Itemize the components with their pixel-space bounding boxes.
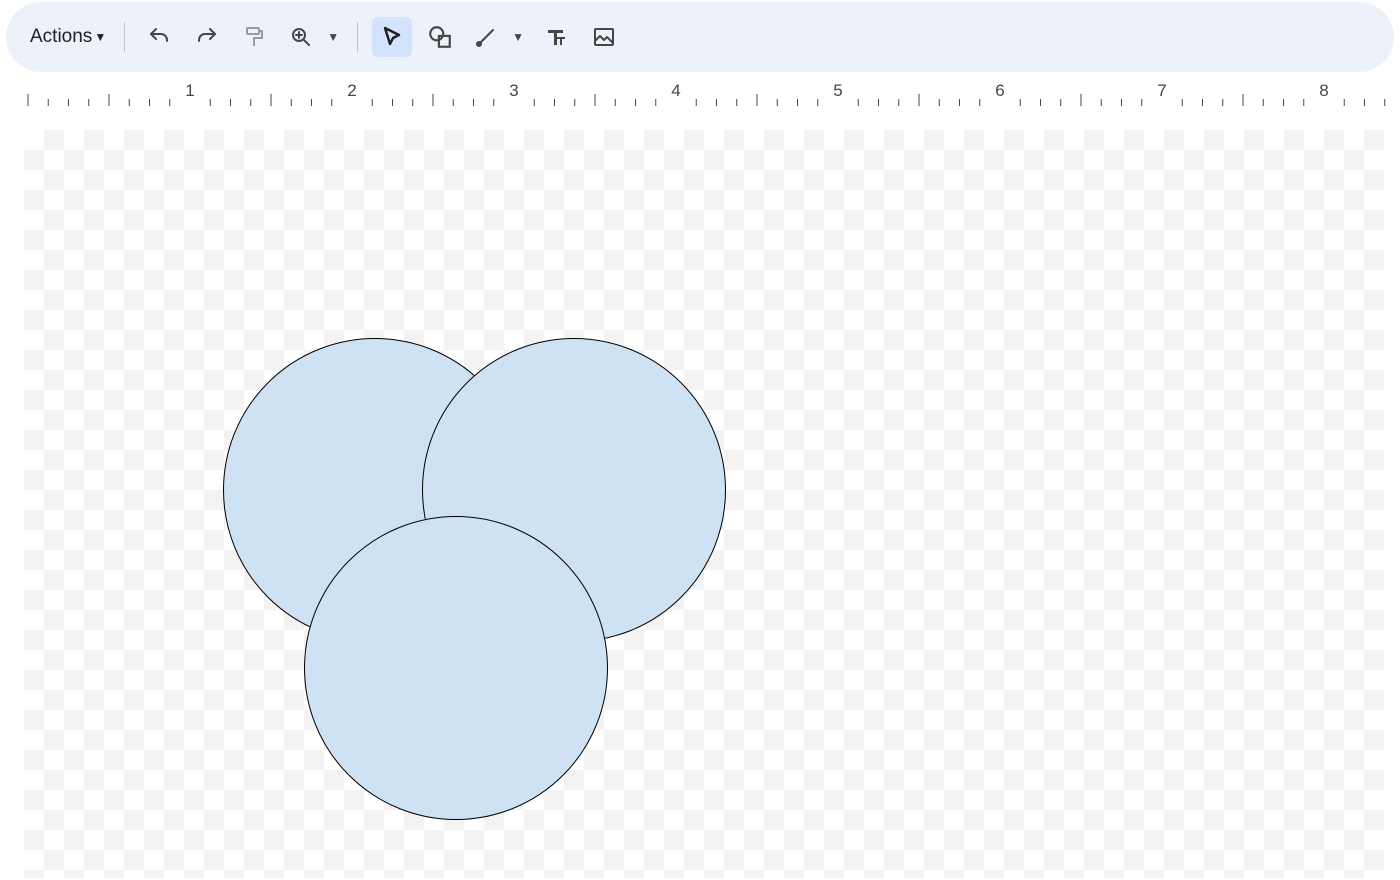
paint-format-icon [243,25,267,49]
separator [124,22,125,52]
svg-text:7: 7 [1157,81,1166,100]
svg-text:3: 3 [509,81,518,100]
svg-text:8: 8 [1319,81,1328,100]
cursor-icon [380,25,404,49]
svg-text:6: 6 [995,81,1004,100]
image-icon [592,25,616,49]
line-tool-button[interactable] [468,17,504,57]
actions-label: Actions [30,26,92,48]
caret-down-icon: ▼ [94,30,106,44]
actions-menu-button[interactable]: Actions ▼ [22,20,114,54]
horizontal-ruler: 1 2 3 4 5 6 7 8 [0,76,1400,116]
svg-text:5: 5 [833,81,842,100]
svg-text:2: 2 [347,81,356,100]
shape-tool-button[interactable] [420,17,460,57]
line-icon [474,25,498,49]
zoom-dropdown-icon[interactable]: ▼ [327,30,339,44]
paint-format-button[interactable] [235,17,275,57]
canvas-area[interactable] [0,116,1400,878]
text-icon [544,25,568,49]
redo-button[interactable] [187,17,227,57]
toolbar: Actions ▼ ▼ ▼ [6,2,1394,72]
zoom-button[interactable] [283,17,319,57]
image-tool-button[interactable] [584,17,624,57]
svg-text:1: 1 [185,81,194,100]
line-dropdown-icon[interactable]: ▼ [512,30,524,44]
redo-icon [195,25,219,49]
undo-button[interactable] [139,17,179,57]
separator [357,22,358,52]
zoom-icon [289,25,313,49]
ellipse-shape[interactable] [304,516,608,820]
undo-icon [147,25,171,49]
svg-text:4: 4 [671,81,680,100]
select-tool-button[interactable] [372,17,412,57]
shape-icon [427,24,453,50]
text-tool-button[interactable] [536,17,576,57]
